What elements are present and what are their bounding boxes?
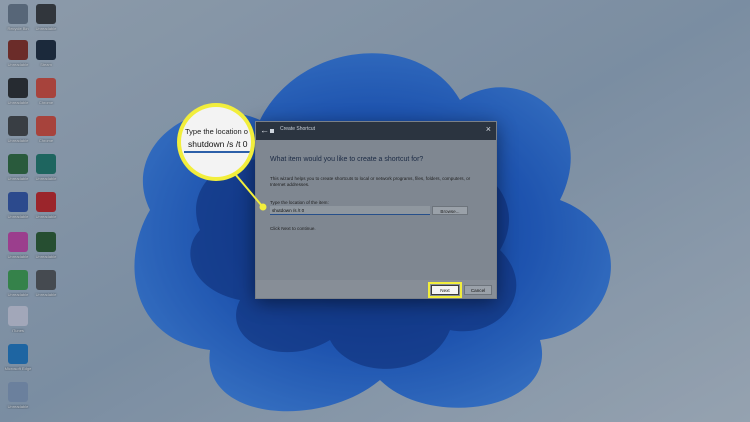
desktop-icon-label: Unreadable — [35, 254, 57, 259]
back-arrow-icon[interactable]: ← — [260, 125, 269, 135]
app-icon — [8, 40, 28, 60]
dialog-description: This wizard helps you to create shortcut… — [270, 176, 471, 187]
app-icon — [36, 192, 56, 212]
dialog-heading: What item would you like to create a sho… — [270, 156, 424, 163]
desktop-icon[interactable]: Unreadable — [4, 116, 32, 152]
desktop-icon[interactable]: Unreadable — [4, 270, 32, 306]
app-icon — [36, 4, 56, 24]
callout-location-label: Type the location o — [185, 127, 248, 136]
desktop-icon-label: Chrome — [38, 100, 54, 105]
desktop-icon[interactable]: Unreadable — [32, 270, 60, 306]
desktop-icon-label: Recycle Bin — [7, 26, 29, 31]
zoom-callout-content: Type the location o shutdown /s /t 0 — [181, 107, 251, 177]
desktop-icon-label: Unreadable — [7, 254, 29, 259]
desktop-icon[interactable]: Chrome — [32, 78, 60, 114]
desktop-icon-label: Unreadable — [35, 176, 57, 181]
desktop-icon-label: Unreadable — [35, 292, 57, 297]
app-icon — [8, 232, 28, 252]
desktop-icon-label: Unreadable — [7, 138, 29, 143]
app-icon — [36, 154, 56, 174]
desktop-icon[interactable]: iTunes — [4, 306, 32, 342]
desktop-icon[interactable]: Unreadable — [4, 382, 32, 418]
app-icon — [36, 78, 56, 98]
app-icon — [8, 382, 28, 402]
dialog-footer: Next Cancel — [256, 280, 496, 298]
desktop-icon-label: Unreadable — [7, 292, 29, 297]
desktop-icon[interactable]: Unreadable — [32, 232, 60, 268]
close-icon[interactable]: × — [486, 124, 491, 134]
desktop-icon[interactable]: Unreadable — [32, 4, 60, 40]
desktop-icon-label: Unreadable — [7, 62, 29, 67]
desktop-icon-label: Unreadable — [7, 214, 29, 219]
desktop-icon-label: iTunes — [12, 328, 24, 333]
continue-hint: Click Next to continue. — [270, 226, 316, 231]
desktop-icon[interactable]: Recycle Bin — [4, 4, 32, 40]
app-icon — [36, 40, 56, 60]
desktop-icon-label: Microsoft Edge — [4, 366, 32, 371]
desktop-icon[interactable]: Steam — [32, 40, 60, 76]
callout-input-underline — [184, 151, 251, 153]
desktop-icon[interactable]: Unreadable — [4, 154, 32, 190]
desktop-icon[interactable]: Unreadable — [4, 78, 32, 114]
desktop-icon-label: Chrome — [38, 138, 54, 143]
desktop-icon[interactable]: Unreadable — [4, 192, 32, 228]
desktop-icon[interactable]: Chrome — [32, 116, 60, 152]
location-label: Type the location of the item: — [270, 200, 329, 205]
desktop-icon-label: Unreadable — [7, 176, 29, 181]
location-input[interactable] — [270, 206, 430, 215]
app-icon — [8, 344, 28, 364]
app-icon — [8, 192, 28, 212]
dialog-titlebar: ← Create Shortcut × — [256, 122, 496, 140]
desktop-icon[interactable]: Unreadable — [32, 192, 60, 228]
desktop-icon-label: Unreadable — [7, 404, 29, 409]
app-icon — [8, 306, 28, 326]
app-icon — [36, 270, 56, 290]
app-icon — [36, 232, 56, 252]
desktop-icon[interactable]: Microsoft Edge — [4, 344, 32, 380]
desktop-icon[interactable]: Unreadable — [32, 154, 60, 190]
desktop-icon[interactable]: Unreadable — [4, 40, 32, 76]
zoom-callout: Type the location o shutdown /s /t 0 — [177, 103, 255, 181]
app-icon — [8, 116, 28, 136]
create-shortcut-dialog: ← Create Shortcut × What item would you … — [255, 121, 497, 299]
desktop-icon-area: Recycle Bin Unreadable Unreadable Steam Unre… — [0, 0, 60, 422]
dialog-body: What item would you like to create a sho… — [256, 140, 496, 280]
shortcut-app-icon — [270, 129, 274, 133]
desktop-icon-label: Steam — [40, 62, 52, 67]
desktop-icon[interactable]: Unreadable — [4, 232, 32, 268]
cancel-button[interactable]: Cancel — [464, 285, 492, 295]
desktop-icon-label: Unreadable — [35, 26, 57, 31]
browse-button[interactable]: Browse... — [432, 206, 468, 215]
next-button[interactable]: Next — [431, 285, 459, 295]
desktop-icon-label: Unreadable — [7, 100, 29, 105]
app-icon — [8, 78, 28, 98]
app-icon — [8, 4, 28, 24]
dialog-title: Create Shortcut — [280, 126, 316, 132]
app-icon — [8, 270, 28, 290]
callout-location-value: shutdown /s /t 0 — [188, 139, 248, 149]
app-icon — [36, 116, 56, 136]
app-icon — [8, 154, 28, 174]
desktop-icon-label: Unreadable — [35, 214, 57, 219]
